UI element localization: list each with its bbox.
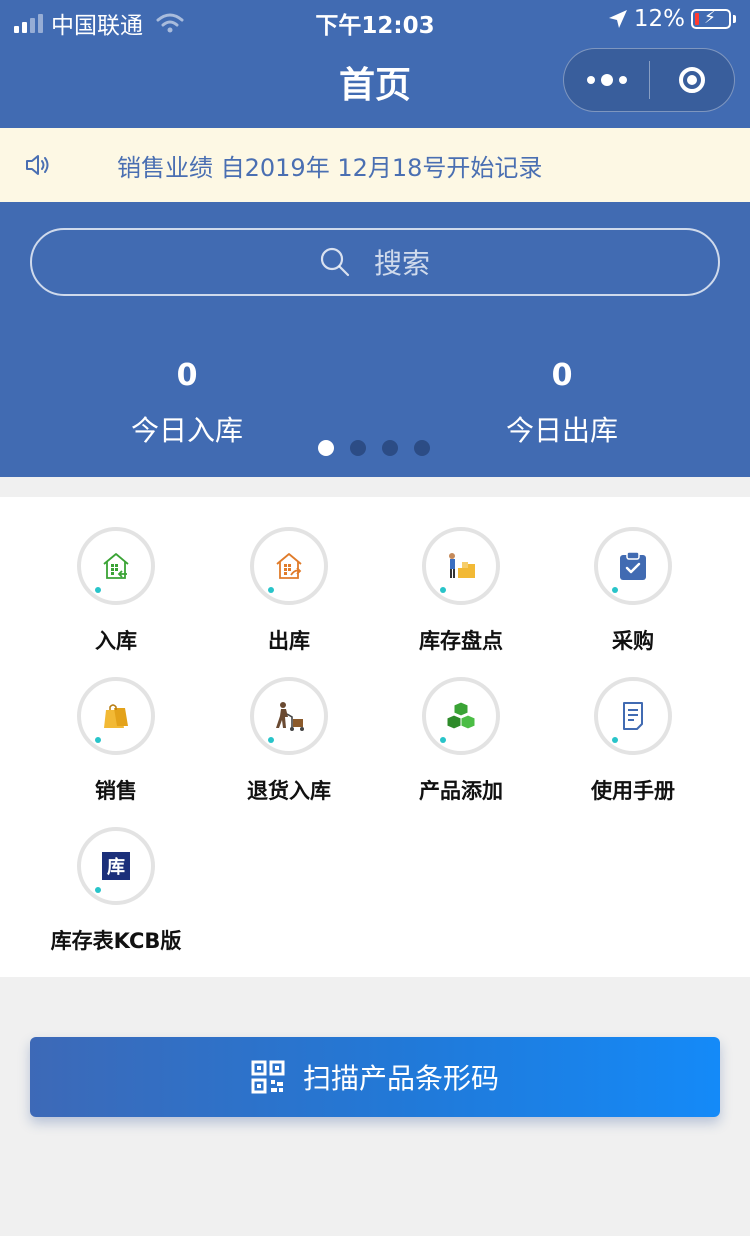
location-arrow-icon [608,10,627,28]
stat-label: 今日入库 [130,414,243,447]
search-icon [320,247,350,277]
menu-item-label: 入库 [95,629,137,653]
carousel-indicator [318,440,430,456]
menu-item-label: 出库 [268,629,310,653]
scan-button-label: 扫描产品条形码 [302,1062,499,1095]
menu-icon-circle: 库 [77,827,155,905]
search-placeholder: 搜索 [373,247,430,280]
shopping-bag-icon [104,704,128,728]
more-dot-icon [600,74,613,86]
carousel-dot[interactable] [350,440,366,456]
menu-item-user-manual[interactable]: 使用手册 [547,677,719,805]
menu-item-inventory-check[interactable]: 库存盘点 [375,527,547,655]
menu-item-label: 退货入库 [247,779,331,803]
mini-program-capsule [563,48,735,112]
stat-today-out[interactable]: 0 今日出库 [412,358,712,449]
more-dot-icon [586,76,595,84]
menu-icon-circle [250,527,328,605]
menu-icon-circle [77,527,155,605]
function-grid: 入库 出库 库存盘点 采购 销售 退货入库 产品添加 使用手册 库 库存表KCB… [0,497,750,977]
menu-item-label: 采购 [612,629,654,653]
menu-icon-circle [594,677,672,755]
menu-item-purchase[interactable]: 采购 [547,527,719,655]
scan-barcode-button[interactable]: 扫描产品条形码 [30,1037,720,1117]
menu-item-label: 库存盘点 [419,629,503,653]
search-input[interactable]: 搜索 [30,228,720,296]
kcb-logo-icon: 库 [102,852,130,880]
status-bar: 中国联通 下午12:03 12% ⚡ [0,0,750,40]
menu-icon-circle [77,677,155,755]
menu-item-sales[interactable]: 销售 [30,677,202,805]
menu-item-return-stock-in[interactable]: 退货入库 [203,677,375,805]
document-icon [623,702,643,730]
target-icon [678,67,705,93]
menu-item-stock-in[interactable]: 入库 [30,527,202,655]
menu-item-label: 库存表KCB版 [50,929,182,953]
navigation-bar: 首页 [0,40,750,128]
notice-text: 销售业绩 自2019年 12月18号开始记录 [117,154,543,182]
qr-code-icon [251,1060,285,1094]
carousel-dot[interactable] [318,440,334,456]
menu-item-stock-out[interactable]: 出库 [203,527,375,655]
carousel-dot[interactable] [382,440,398,456]
notice-bar: 销售业绩 自2019年 12月18号开始记录 [0,128,750,202]
stat-value: 0 [551,358,573,393]
carousel-dot[interactable] [414,440,430,456]
speaker-icon [26,155,49,175]
menu-item-add-product[interactable]: 产品添加 [375,677,547,805]
menu-icon-circle [250,677,328,755]
battery-percent: 12% [633,6,685,32]
menu-icon-circle [422,527,500,605]
more-dot-icon [618,76,627,84]
menu-item-label: 使用手册 [591,779,675,803]
battery-icon: ⚡ [691,8,731,29]
menu-item-label: 销售 [95,779,137,803]
menu-icon-circle [422,677,500,755]
stat-today-in[interactable]: 0 今日入库 [37,358,337,449]
stat-label: 今日出库 [505,414,618,447]
boxes-icon [446,701,476,730]
warehouse-out-icon [276,553,302,579]
more-menu-button[interactable] [564,74,649,86]
close-mini-program-button[interactable] [650,67,734,93]
hand-truck-icon [276,702,304,731]
menu-item-kcb[interactable]: 库 库存表KCB版 [30,827,202,955]
clipboard-check-icon [620,551,646,580]
menu-icon-circle [594,527,672,605]
stat-value: 0 [176,358,198,393]
menu-item-label: 产品添加 [419,779,503,803]
inventory-check-icon [449,553,475,578]
hero-banner: 搜索 0 今日入库 0 今日出库 [0,202,750,477]
warehouse-in-icon [103,553,129,579]
